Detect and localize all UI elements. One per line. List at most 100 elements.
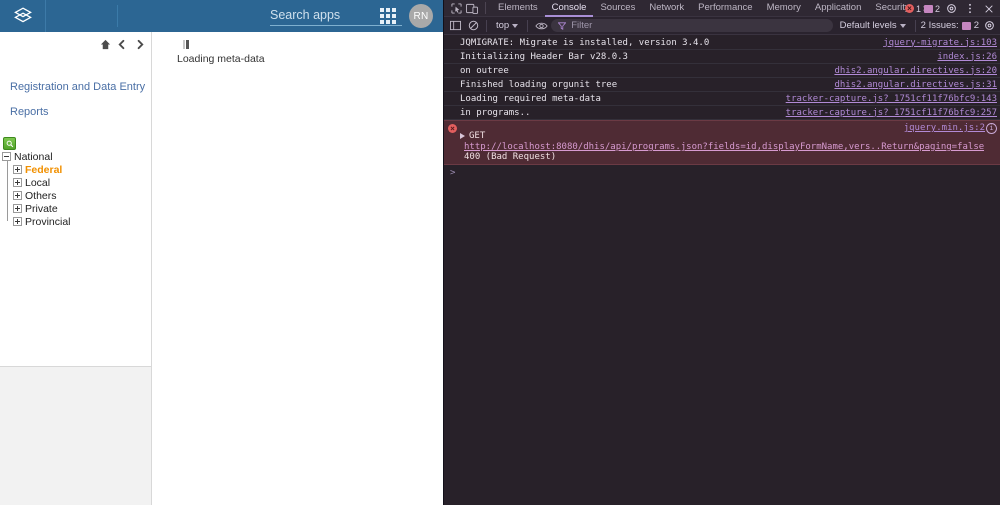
console-error-row[interactable]: × GET jquery.min.js:2 i http://localhost… [444, 120, 1000, 165]
log-source-link[interactable]: tracker-capture.js?_1751cf11f76bfc9:257 [786, 108, 997, 118]
tree-label[interactable]: Local [25, 177, 50, 189]
console-log-row[interactable]: Finished loading orgunit tree dhis2.angu… [444, 78, 1000, 92]
log-source-link[interactable]: dhis2.angular.directives.js:20 [834, 66, 997, 76]
tree-expander-plus-icon[interactable] [13, 178, 22, 187]
error-first-line: GET [460, 131, 485, 141]
console-log-row[interactable]: on outree dhis2.angular.directives.js:20 [444, 64, 1000, 78]
kebab-menu-icon[interactable] [962, 1, 978, 16]
error-counter[interactable]: × 1 [904, 3, 921, 14]
warning-count: 2 [934, 3, 940, 14]
prompt-symbol: > [450, 168, 456, 178]
console-sidebar-icon[interactable] [447, 18, 463, 33]
tab-memory[interactable]: Memory [760, 0, 808, 17]
chevron-down-icon [512, 23, 519, 28]
arrow-left-icon[interactable] [117, 38, 128, 54]
close-icon[interactable] [981, 1, 997, 16]
devtools-tabbar: Elements Console Sources Network Perform… [444, 0, 1000, 17]
tree-label[interactable]: Federal [25, 164, 62, 176]
header-spacer: RN [46, 0, 443, 32]
header-bar: RN [0, 0, 443, 32]
log-levels-label: Default levels [839, 20, 897, 31]
home-icon[interactable] [100, 38, 111, 54]
log-levels-selector[interactable]: Default levels [840, 20, 910, 31]
dhis2-logo[interactable] [0, 0, 46, 32]
issues-button[interactable]: 2 Issues: 2 [921, 20, 979, 31]
tabbar-divider [485, 2, 486, 14]
issues-count: 2 [973, 20, 979, 31]
magnifier-green-icon [6, 140, 13, 147]
arrow-right-icon[interactable] [134, 38, 145, 54]
log-source-link[interactable]: index.js:26 [937, 52, 997, 62]
console-toolbar: top Filter Default levels 2 Issues: 2 [444, 17, 1000, 35]
filter-placeholder: Filter [571, 20, 593, 31]
warning-counter[interactable]: 2 [923, 3, 940, 14]
log-message: in programs.. [460, 107, 531, 118]
loading-status-text: Loading meta-data [177, 53, 265, 65]
tab-console[interactable]: Console [544, 0, 594, 17]
tabbar-right-group: × 1 2 [904, 0, 997, 17]
tree-node-provincial[interactable]: Provincial [2, 212, 71, 228]
apps-grid-icon[interactable] [380, 8, 396, 24]
log-source-link[interactable]: dhis2.angular.directives.js:31 [834, 80, 997, 90]
log-message: JQMIGRATE: Migrate is installed, version… [460, 37, 710, 48]
console-log-row[interactable]: in programs.. tracker-capture.js?_1751cf… [444, 106, 1000, 120]
message-square-icon [923, 4, 933, 13]
screen-root: RN Registration and Data Entry Reports [0, 0, 1000, 505]
nav-icon-group [100, 38, 145, 54]
execution-context-selector[interactable]: top [492, 20, 522, 31]
tree-label[interactable]: Others [25, 190, 57, 202]
error-request-url[interactable]: http://localhost:8080/dhis/api/programs.… [464, 142, 984, 152]
tab-network[interactable]: Network [642, 0, 691, 17]
console-message-list: JQMIGRATE: Migrate is installed, version… [444, 36, 1000, 505]
tab-elements[interactable]: Elements [491, 0, 545, 17]
log-message: Finished loading orgunit tree [460, 79, 618, 90]
tree-label[interactable]: Provincial [25, 216, 71, 228]
main-content-pane: Loading meta-data [153, 32, 443, 505]
tab-application[interactable]: Application [808, 0, 868, 17]
console-filter-input[interactable]: Filter [551, 19, 833, 32]
error-count: 1 [915, 3, 921, 14]
info-circle-icon[interactable]: i [986, 123, 997, 134]
clear-console-icon[interactable] [465, 18, 481, 33]
console-log-row[interactable]: Initializing Header Bar v28.0.3 index.js… [444, 50, 1000, 64]
console-log-row[interactable]: Loading required meta-data tracker-captu… [444, 92, 1000, 106]
tree-node-local[interactable]: Local [2, 173, 71, 189]
log-source-link[interactable]: tracker-capture.js?_1751cf11f76bfc9:143 [786, 94, 997, 104]
tree-node-national[interactable]: National [2, 150, 71, 163]
tab-performance[interactable]: Performance [691, 0, 759, 17]
sidebar-link-registration-and-data-entry[interactable]: Registration and Data Entry [10, 81, 145, 93]
loading-spinner-icon [183, 40, 190, 49]
tree-expander-plus-icon[interactable] [13, 217, 22, 226]
console-log-row[interactable]: JQMIGRATE: Migrate is installed, version… [444, 36, 1000, 50]
sidebar-link-reports[interactable]: Reports [10, 106, 49, 118]
gear-icon[interactable] [943, 1, 959, 16]
log-source-link[interactable]: jquery-migrate.js:103 [883, 38, 997, 48]
error-circle-icon: × [904, 4, 914, 13]
log-message: Initializing Header Bar v28.0.3 [460, 51, 628, 62]
chevron-down-icon [899, 23, 906, 28]
tree-expander-plus-icon[interactable] [13, 191, 22, 200]
tree-expander-plus-icon[interactable] [13, 165, 22, 174]
avatar[interactable]: RN [409, 4, 433, 28]
toolbar-divider [486, 19, 487, 32]
console-settings-gear-icon[interactable] [981, 18, 997, 33]
toolbar-divider [914, 19, 916, 32]
orgunit-search-button[interactable] [3, 137, 16, 150]
disclosure-triangle-icon[interactable] [460, 132, 465, 139]
tree-label[interactable]: National [14, 151, 53, 163]
live-expression-eye-icon[interactable] [533, 18, 549, 33]
execution-context-label: top [496, 20, 510, 31]
inspect-element-icon[interactable] [448, 1, 464, 16]
tree-expander-plus-icon[interactable] [13, 204, 22, 213]
tab-sources[interactable]: Sources [593, 0, 642, 17]
header-divider [117, 5, 118, 27]
tree-label[interactable]: Private [25, 203, 58, 215]
tree-node-federal[interactable]: Federal [2, 160, 71, 176]
devtools-panel: Elements Console Sources Network Perform… [443, 0, 1000, 505]
tree-node-private[interactable]: Private [2, 199, 71, 215]
toolbar-divider [527, 19, 529, 32]
device-toolbar-icon[interactable] [464, 1, 480, 16]
error-source-link[interactable]: jquery.min.js:2 [904, 123, 985, 133]
tree-node-others[interactable]: Others [2, 186, 71, 202]
console-input-prompt[interactable]: > [444, 165, 1000, 181]
